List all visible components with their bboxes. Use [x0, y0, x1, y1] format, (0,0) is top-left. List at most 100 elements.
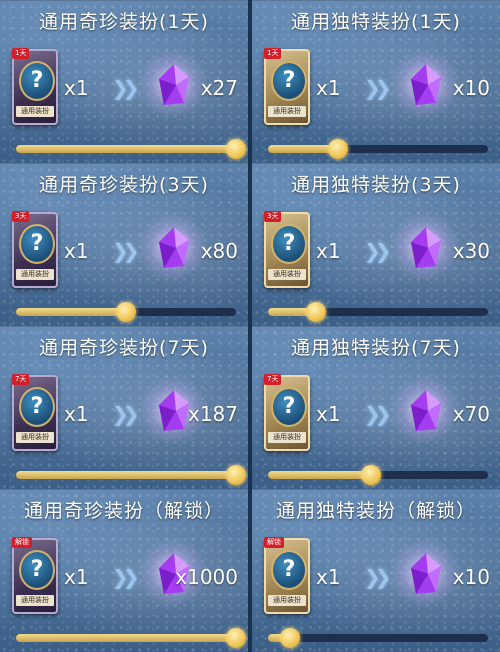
double-chevron-right-icon: ❯❯ — [364, 239, 391, 263]
double-chevron-right-icon: ❯❯ — [364, 402, 391, 426]
panel-title: 通用独特装扮(3天) — [291, 174, 461, 196]
purple-crystal-icon — [390, 538, 460, 608]
panel-title: 通用独特装扮（解锁） — [275, 500, 476, 522]
mystery-outfit-card-icon[interactable]: 1天 ? 通用装扮 — [12, 48, 58, 125]
panel-title: 通用奇珍装扮（解锁） — [23, 500, 224, 522]
slider-fill — [16, 471, 236, 479]
panel-title: 通用奇珍装扮(3天) — [39, 174, 209, 196]
exchange-grid: 通用奇珍装扮(1天) 1天 ? 通用装扮 x1 ❯❯ x27 通用独特装扮(1天… — [0, 0, 500, 652]
slider-fill — [268, 471, 372, 479]
exchange-panel: 通用奇珍装扮(1天) 1天 ? 通用装扮 x1 ❯❯ x27 — [0, 0, 248, 163]
card-name: 通用装扮 — [16, 432, 54, 443]
card-duration-tag: 1天 — [12, 48, 30, 59]
card-duration-tag: 3天 — [264, 211, 282, 222]
card-name: 通用装扮 — [268, 595, 306, 606]
card-quantity: x1 — [64, 239, 89, 263]
card-quantity: x1 — [316, 76, 341, 100]
card-quantity: x1 — [316, 239, 341, 263]
slider-fill — [16, 308, 126, 316]
panel-title: 通用独特装扮(7天) — [291, 337, 461, 359]
slider-knob[interactable] — [361, 465, 382, 485]
double-chevron-right-icon: ❯❯ — [112, 565, 139, 589]
exchange-panel: 通用独特装扮（解锁） 解锁 ? 通用装扮 x1 ❯❯ x10 — [252, 489, 500, 652]
exchange-panel: 通用奇珍装扮(3天) 3天 ? 通用装扮 x1 ❯❯ x80 — [0, 163, 248, 326]
question-mark-icon: ? — [19, 550, 55, 590]
slider-knob[interactable] — [280, 628, 300, 648]
panel-title: 通用独特装扮(1天) — [291, 11, 461, 33]
slider-fill — [16, 145, 236, 153]
purple-crystal-icon — [138, 212, 208, 282]
card-duration-tag: 7天 — [264, 374, 282, 385]
card-quantity: x1 — [64, 565, 89, 589]
purple-crystal-icon — [390, 375, 460, 445]
slider-knob[interactable] — [306, 302, 327, 322]
crystal-quantity: x10 — [452, 76, 490, 100]
double-chevron-right-icon: ❯❯ — [112, 76, 139, 100]
crystal-quantity: x10 — [452, 565, 490, 589]
quantity-slider[interactable] — [16, 465, 246, 485]
purple-crystal-icon — [390, 212, 460, 282]
crystal-quantity: x27 — [200, 76, 238, 100]
card-duration-tag: 解锁 — [12, 537, 32, 548]
quantity-slider[interactable] — [268, 139, 488, 159]
purple-crystal-icon — [390, 49, 460, 119]
mystery-outfit-card-icon[interactable]: 1天 ? 通用装扮 — [264, 48, 310, 125]
exchange-panel: 通用独特装扮(1天) 1天 ? 通用装扮 x1 ❯❯ x10 — [252, 0, 500, 163]
card-name: 通用装扮 — [268, 269, 306, 280]
question-mark-icon: ? — [19, 224, 55, 264]
quantity-slider[interactable] — [16, 628, 246, 648]
double-chevron-right-icon: ❯❯ — [364, 76, 391, 100]
purple-crystal-icon — [138, 49, 208, 119]
double-chevron-right-icon: ❯❯ — [112, 239, 139, 263]
panel-title: 通用奇珍装扮(7天) — [39, 337, 209, 359]
card-duration-tag: 7天 — [12, 374, 30, 385]
quantity-slider[interactable] — [268, 628, 488, 648]
slider-knob[interactable] — [116, 302, 136, 322]
mystery-outfit-card-icon[interactable]: 7天 ? 通用装扮 — [264, 374, 310, 451]
card-name: 通用装扮 — [16, 269, 54, 280]
card-quantity: x1 — [316, 565, 341, 589]
question-mark-icon: ? — [19, 61, 55, 101]
card-name: 通用装扮 — [268, 106, 306, 117]
mystery-outfit-card-icon[interactable]: 3天 ? 通用装扮 — [12, 211, 58, 288]
mystery-outfit-card-icon[interactable]: 解锁 ? 通用装扮 — [264, 537, 310, 614]
exchange-panel: 通用奇珍装扮（解锁） 解锁 ? 通用装扮 x1 ❯❯ x1000 — [0, 489, 248, 652]
crystal-quantity: x1000 — [175, 565, 238, 589]
panel-title: 通用奇珍装扮(1天) — [39, 11, 209, 33]
card-duration-tag: 3天 — [12, 211, 30, 222]
crystal-quantity: x187 — [187, 402, 238, 426]
crystal-quantity: x30 — [452, 239, 490, 263]
quantity-slider[interactable] — [16, 302, 236, 322]
question-mark-icon: ? — [19, 387, 55, 427]
exchange-panel: 通用独特装扮(7天) 7天 ? 通用装扮 x1 ❯❯ x70 — [252, 326, 500, 489]
crystal-quantity: x70 — [452, 402, 490, 426]
card-duration-tag: 解锁 — [264, 537, 284, 548]
crystal-quantity: x80 — [200, 239, 238, 263]
double-chevron-right-icon: ❯❯ — [364, 565, 391, 589]
question-mark-icon: ? — [271, 224, 307, 264]
card-name: 通用装扮 — [16, 595, 54, 606]
slider-knob[interactable] — [226, 139, 246, 159]
card-duration-tag: 1天 — [264, 48, 282, 59]
mystery-outfit-card-icon[interactable]: 解锁 ? 通用装扮 — [12, 537, 58, 614]
exchange-panel: 通用独特装扮(3天) 3天 ? 通用装扮 x1 ❯❯ x30 — [252, 163, 500, 326]
slider-fill — [16, 634, 236, 642]
card-name: 通用装扮 — [268, 432, 306, 443]
quantity-slider[interactable] — [268, 302, 488, 322]
question-mark-icon: ? — [271, 61, 307, 101]
quantity-slider[interactable] — [268, 465, 488, 485]
card-quantity: x1 — [316, 402, 341, 426]
quantity-slider[interactable] — [16, 139, 246, 159]
question-mark-icon: ? — [271, 550, 307, 590]
slider-knob[interactable] — [226, 628, 246, 648]
question-mark-icon: ? — [271, 387, 307, 427]
mystery-outfit-card-icon[interactable]: 3天 ? 通用装扮 — [264, 211, 310, 288]
double-chevron-right-icon: ❯❯ — [112, 402, 139, 426]
slider-knob[interactable] — [226, 465, 246, 485]
card-quantity: x1 — [64, 76, 89, 100]
mystery-outfit-card-icon[interactable]: 7天 ? 通用装扮 — [12, 374, 58, 451]
slider-knob[interactable] — [328, 139, 349, 159]
exchange-panel: 通用奇珍装扮(7天) 7天 ? 通用装扮 x1 ❯❯ x187 — [0, 326, 248, 489]
card-quantity: x1 — [64, 402, 89, 426]
card-name: 通用装扮 — [16, 106, 54, 117]
